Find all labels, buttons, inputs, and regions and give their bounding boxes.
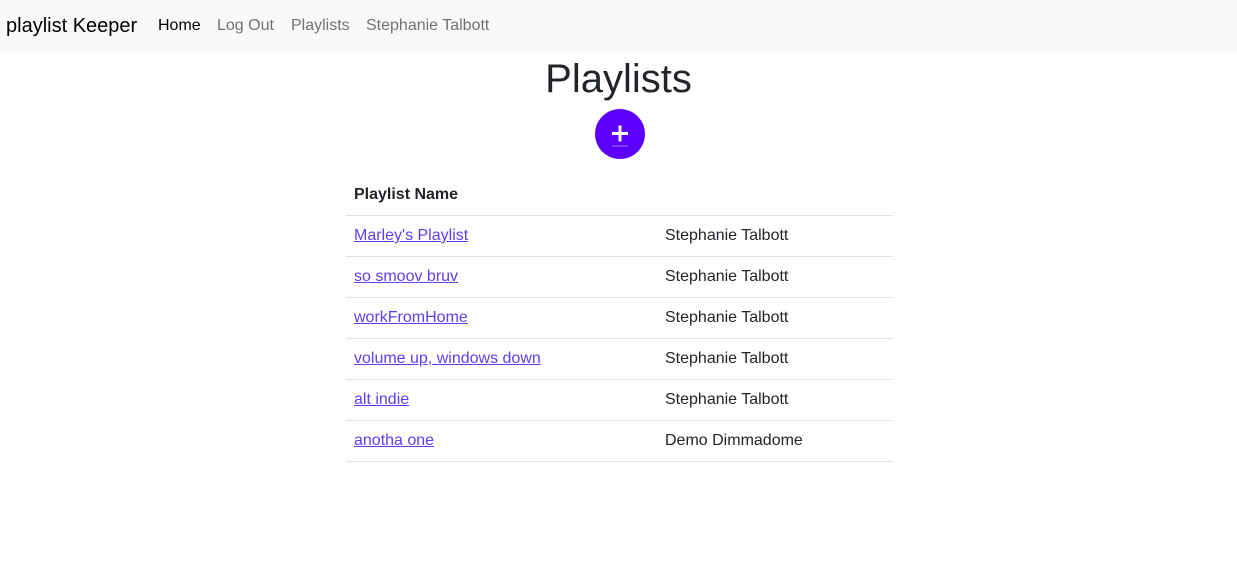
- table-row: so smoov bruv Stephanie Talbott: [346, 256, 893, 298]
- playlist-owner: Stephanie Talbott: [657, 215, 893, 257]
- nav-link-logout[interactable]: Log Out: [217, 16, 274, 36]
- playlist-link[interactable]: volume up, windows down: [354, 350, 541, 367]
- table-row: alt indie Stephanie Talbott: [346, 379, 893, 421]
- table-row: anotha one Demo Dimmadome: [346, 420, 893, 462]
- nav-link-user[interactable]: Stephanie Talbott: [366, 16, 489, 36]
- header-owner: [657, 175, 893, 216]
- plus-icon: [612, 125, 628, 142]
- table-row: workFromHome Stephanie Talbott: [346, 297, 893, 339]
- playlists-table-container: Playlist Name Marley's Playlist Stephani…: [346, 175, 893, 462]
- playlist-owner: Stephanie Talbott: [657, 297, 893, 339]
- nav-link-home[interactable]: Home: [158, 16, 201, 36]
- playlist-owner: Stephanie Talbott: [657, 338, 893, 380]
- table-row: volume up, windows down Stephanie Talbot…: [346, 338, 893, 380]
- playlist-link[interactable]: workFromHome: [354, 309, 468, 326]
- page-title: Playlists: [545, 57, 692, 101]
- playlist-link[interactable]: anotha one: [354, 432, 434, 449]
- playlist-link[interactable]: Marley's Playlist: [354, 227, 468, 244]
- brand-link[interactable]: playlist Keeper: [6, 14, 137, 38]
- playlist-link[interactable]: alt indie: [354, 391, 409, 408]
- header-playlist-name: Playlist Name: [346, 175, 657, 216]
- playlist-owner: Stephanie Talbott: [657, 256, 893, 298]
- navbar: playlist Keeper Home Log Out Playlists S…: [0, 0, 1237, 52]
- plus-underline: [612, 145, 628, 147]
- nav-link-playlists[interactable]: Playlists: [291, 16, 350, 36]
- playlist-owner: Demo Dimmadome: [657, 420, 893, 462]
- playlist-link[interactable]: so smoov bruv: [354, 268, 458, 285]
- playlists-table: Playlist Name Marley's Playlist Stephani…: [346, 175, 893, 462]
- add-playlist-button[interactable]: [595, 109, 645, 159]
- table-row: Marley's Playlist Stephanie Talbott: [346, 215, 893, 257]
- table-header-row: Playlist Name: [346, 175, 893, 216]
- playlist-owner: Stephanie Talbott: [657, 379, 893, 421]
